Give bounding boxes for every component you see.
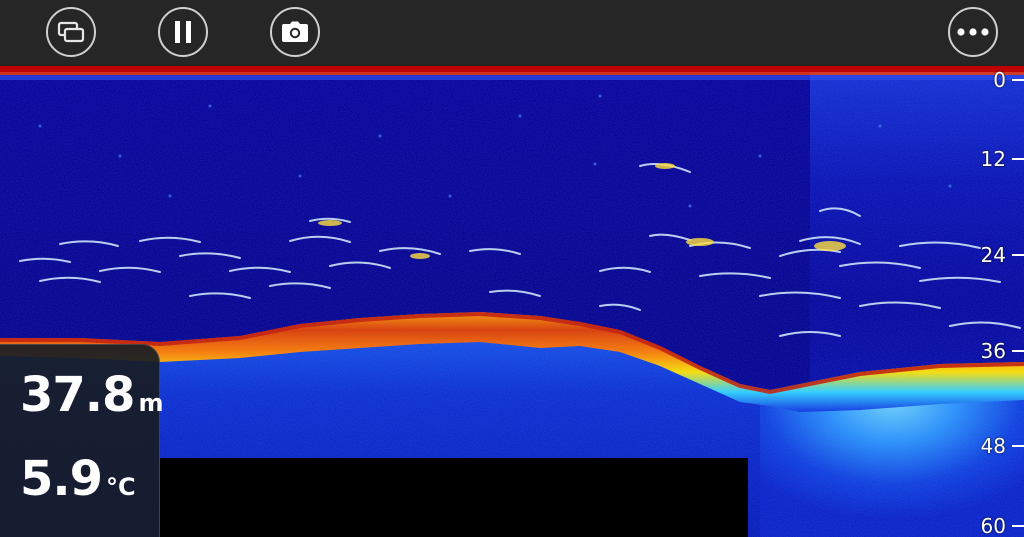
temperature-unit: °C [106,473,136,501]
camera-icon [282,21,308,42]
depth-readout: 37.8 m [20,367,163,423]
depth-value: 37.8 [20,367,135,423]
layers-button[interactable] [46,7,96,57]
depth-unit: m [138,389,164,417]
readout-panel: 37.8 m 5.9 °C [0,344,163,537]
depth-tick-mark [1012,350,1024,352]
more-dots-icon [957,28,989,36]
depth-tick-mark [1012,445,1024,447]
sonar-app: 0 12 24 36 48 60 37.8 m 5.9 °C [0,0,1024,537]
camera-button[interactable] [270,7,320,57]
temperature-readout: 5.9 °C [20,451,136,507]
depth-tick-label: 36 [980,339,1006,363]
depth-tick-mark [1012,254,1024,256]
depth-tick-label: 0 [993,68,1006,92]
more-button[interactable] [948,7,998,57]
temperature-value: 5.9 [20,451,103,507]
depth-tick-label: 24 [980,243,1006,267]
layers-icon [57,21,85,43]
depth-tick-label: 12 [980,147,1006,171]
depth-tick-label: 48 [980,434,1006,458]
depth-tick-mark [1012,79,1024,81]
top-toolbar [0,0,1024,66]
depth-tick-mark [1012,525,1024,527]
no-data-area [160,458,748,537]
pause-icon [175,21,191,43]
depth-tick-mark [1012,158,1024,160]
depth-tick-label: 60 [980,514,1006,537]
pause-button[interactable] [158,7,208,57]
depth-scale: 0 12 24 36 48 60 [954,66,1024,537]
